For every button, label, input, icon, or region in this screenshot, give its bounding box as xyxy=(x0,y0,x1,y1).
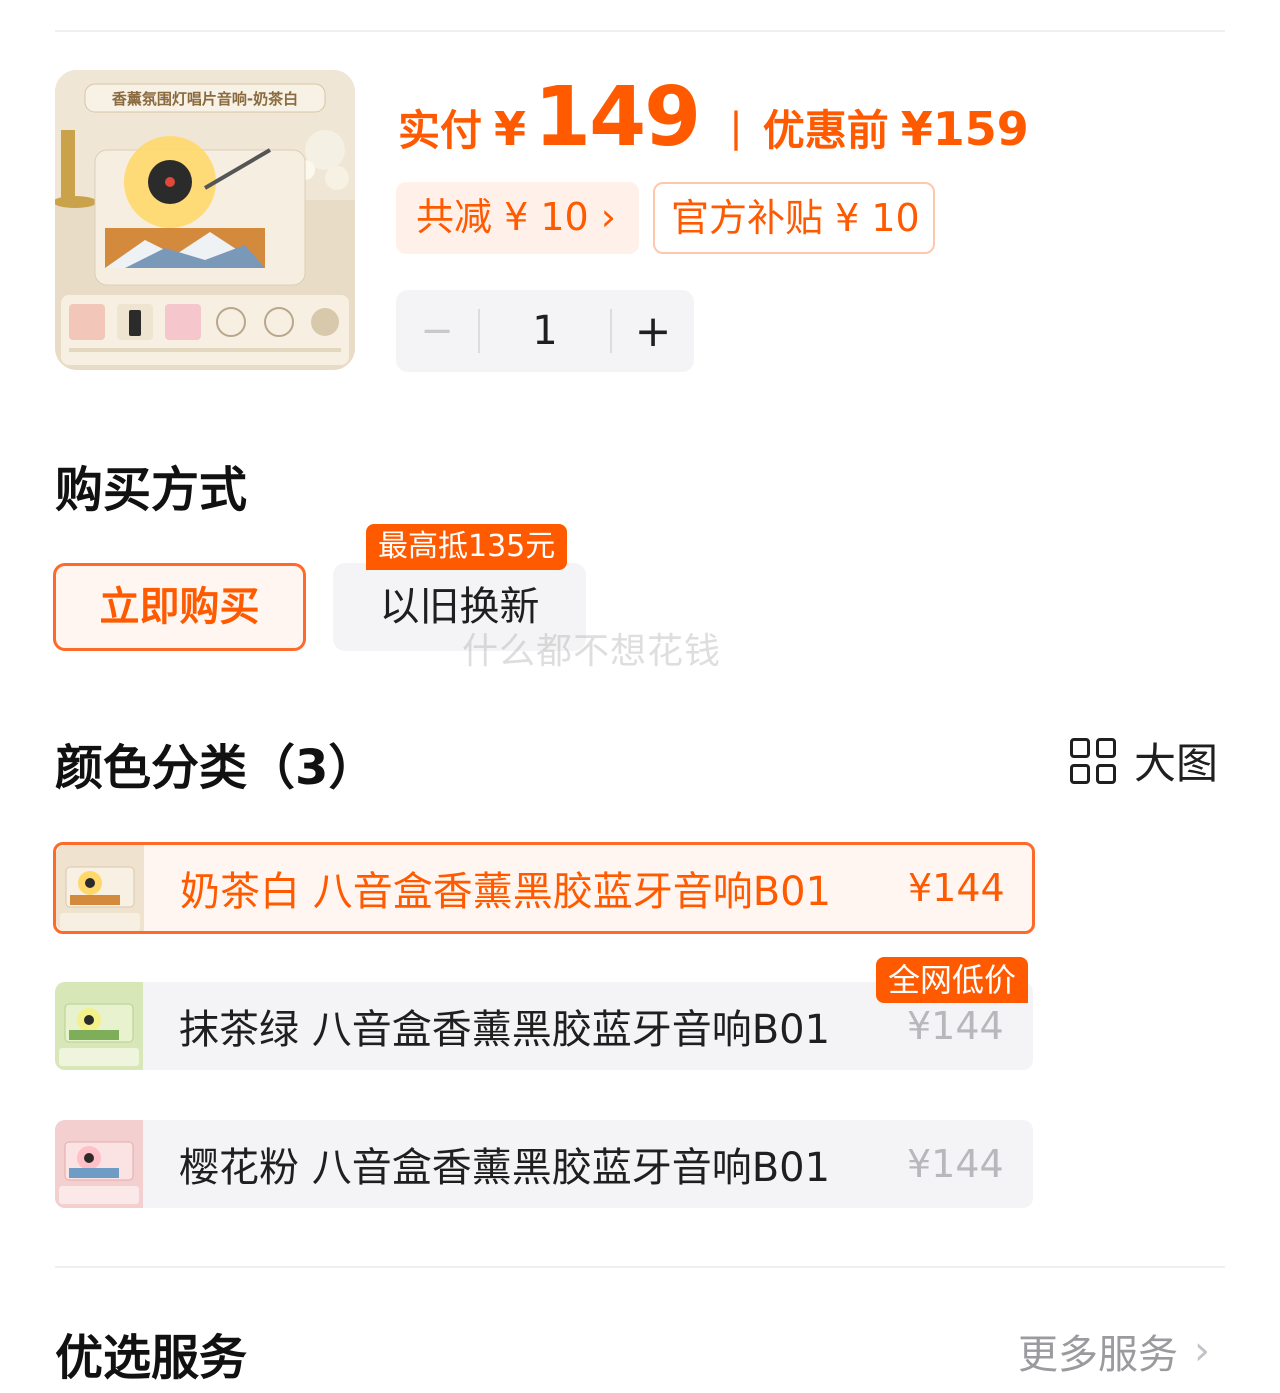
thumbnail-banner-text: 香薰氛围灯唱片音响-奶茶白 xyxy=(112,90,298,108)
product-thumbnail[interactable]: 香薰氛围灯唱片音响-奶茶白 xyxy=(55,70,355,370)
decrease-quantity-button[interactable]: − xyxy=(396,308,478,354)
official-subsidy-chip: 官方补贴 ¥ 10 xyxy=(653,182,935,254)
price-before-discount: ¥159 xyxy=(900,102,1029,156)
price-line: 实付 ¥ 149 | 优惠前 ¥159 xyxy=(398,70,1029,165)
paid-price: 149 xyxy=(534,70,701,165)
section-divider xyxy=(55,1266,1225,1268)
variant-name: 樱花粉 八音盒香薰黑胶蓝牙音响B01 xyxy=(179,1145,831,1191)
variant-name: 抹茶绿 八音盒香薰黑胶蓝牙音响B01 xyxy=(179,1007,831,1053)
variant-price: ¥144 xyxy=(908,866,1005,910)
product-image: 香薰氛围灯唱片音响-奶茶白 xyxy=(55,70,355,370)
chevron-right-icon: › xyxy=(1194,1328,1210,1374)
variant-thumbnail xyxy=(56,845,144,931)
variant-name: 奶茶白 八音盒香薰黑胶蓝牙音响B01 xyxy=(180,869,832,915)
lowest-price-tag: 全网低价 xyxy=(876,957,1029,1003)
paid-price-label: 实付 xyxy=(398,106,483,155)
currency-symbol: ¥ xyxy=(494,102,527,156)
buy-now-option[interactable]: 立即购买 xyxy=(53,563,306,651)
big-view-toggle[interactable]: 大图 xyxy=(1069,730,1218,791)
variant-thumbnail xyxy=(55,1120,143,1208)
more-services-label: 更多服务 xyxy=(1018,1332,1178,1378)
total-discount-chip[interactable]: 共减 ¥ 10 › xyxy=(396,182,639,254)
preferred-services-title: 优选服务 xyxy=(55,1330,248,1386)
trade-in-max-credit-tag: 最高抵135元 xyxy=(366,524,568,570)
increase-quantity-button[interactable]: + xyxy=(612,306,694,357)
price-separator: | xyxy=(729,105,743,151)
variant-option-sakura-pink[interactable]: 樱花粉 八音盒香薰黑胶蓝牙音响B01 ¥144 xyxy=(55,1120,1033,1208)
price-before-label: 优惠前 xyxy=(762,106,889,155)
quantity-value[interactable]: 1 xyxy=(480,308,610,354)
more-services-link[interactable]: 更多服务 › xyxy=(1018,1322,1210,1380)
big-view-label: 大图 xyxy=(1133,739,1218,788)
variant-price: ¥144 xyxy=(907,1142,1004,1186)
variant-thumbnail xyxy=(55,982,143,1070)
sku-selector-page: 香薰氛围灯唱片音响-奶茶白 实付 ¥ 149 | 优惠前 ¥159 共减 ¥ 1… xyxy=(0,0,1280,1393)
variant-option-milk-tea-white[interactable]: 奶茶白 八音盒香薰黑胶蓝牙音响B01 ¥144 xyxy=(53,842,1035,934)
purchase-method-title: 购买方式 xyxy=(55,462,248,518)
quantity-stepper: − 1 + xyxy=(396,290,694,372)
top-divider xyxy=(55,30,1225,32)
watermark: 什么都不想花钱 xyxy=(462,631,722,672)
color-category-title: 颜色分类（3） xyxy=(55,740,377,796)
grid-icon xyxy=(1069,737,1116,784)
variant-price: ¥144 xyxy=(907,1004,1004,1048)
